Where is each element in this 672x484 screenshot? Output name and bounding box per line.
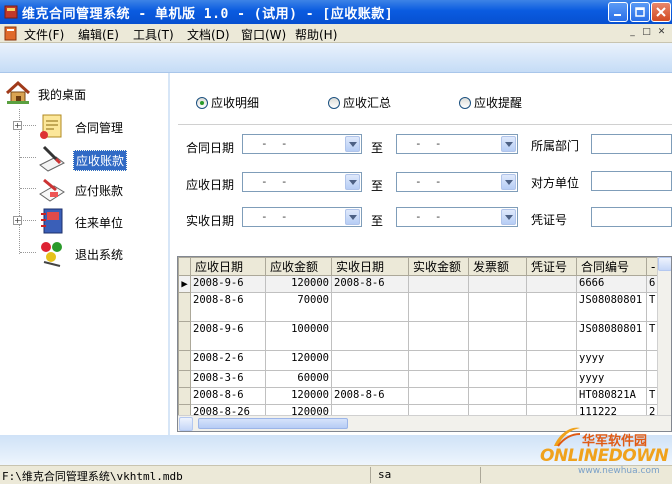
menu-tools[interactable]: 工具(T) xyxy=(133,26,174,43)
radio-summary[interactable]: 应收汇总 xyxy=(328,94,391,110)
contract-icon xyxy=(40,114,62,139)
scroll-left-icon[interactable] xyxy=(179,417,193,431)
sidebar: 我的桌面 + 合同管理 应收账款 应付账款 + 往来单位 退出系统 xyxy=(0,73,170,435)
received-date-to[interactable]: - - xyxy=(396,207,518,227)
dropdown-arrow-icon[interactable] xyxy=(345,209,360,225)
col-contract-no[interactable]: 合同编号 xyxy=(576,257,647,276)
watermark-logo: 华军软件园 ONLINEDOWN www.newhua.com xyxy=(538,420,672,484)
received-date-from[interactable]: - - xyxy=(242,207,362,227)
receivables-panel: 应收明细 应收汇总 应收提醒 合同日期 - - 至 - - 所属部门 应收日期 … xyxy=(172,73,672,435)
dropdown-arrow-icon[interactable] xyxy=(501,136,516,152)
sidebar-item-label: 往来单位 xyxy=(75,216,124,230)
sidebar-item-label: 应付账款 xyxy=(75,184,124,198)
house-icon xyxy=(5,80,31,104)
sidebar-item-partners[interactable]: + 往来单位 xyxy=(12,206,162,236)
sidebar-item-label: 应收账款 xyxy=(73,150,128,171)
child-close-icon[interactable]: ✕ xyxy=(655,27,668,39)
col-received-amount[interactable]: 实收金额 xyxy=(408,257,469,276)
radio-checked-icon xyxy=(196,97,208,109)
status-user: sa xyxy=(378,468,392,481)
document-icon[interactable] xyxy=(3,26,19,41)
minimize-icon xyxy=(614,14,621,16)
menu-bar: 文件(F) 编辑(E) 工具(T) 文档(D) 窗口(W) 帮助(H) _ □ … xyxy=(0,24,672,43)
dropdown-arrow-icon[interactable] xyxy=(345,136,360,152)
close-icon xyxy=(656,7,666,17)
table-row[interactable]: 2008-8-6 120000 2008-8-6 HT080821A T xyxy=(178,387,661,405)
child-minimize-icon[interactable]: _ xyxy=(626,27,639,39)
receivables-grid[interactable]: 应收日期 应收金额 实收日期 实收金额 发票额 凭证号 合同编号 - ▶ 200… xyxy=(177,256,672,432)
voucher-label: 凭证号 xyxy=(531,213,568,227)
invoice-icon xyxy=(39,178,65,202)
watermark-en: ONLINEDOWN xyxy=(540,446,669,466)
receivable-date-to[interactable]: - - xyxy=(396,172,518,192)
maximize-button[interactable] xyxy=(630,2,650,22)
contract-date-label: 合同日期 xyxy=(186,141,235,155)
table-row[interactable]: 2008-9-6 100000 JS08080801 T xyxy=(178,321,661,351)
col-receivable-amount[interactable]: 应收金额 xyxy=(265,257,332,276)
contract-date-to[interactable]: - - xyxy=(396,134,518,154)
to-label: 至 xyxy=(371,214,384,228)
dropdown-arrow-icon[interactable] xyxy=(501,209,516,225)
sidebar-item-label: 合同管理 xyxy=(75,121,124,135)
title-bar: 维克合同管理系统 - 单机版 1.0 - (试用) - [应收账款] xyxy=(0,0,672,24)
table-row[interactable]: 2008-8-6 70000 JS08080801 T xyxy=(178,292,661,322)
col-invoice-amount[interactable]: 发票额 xyxy=(468,257,527,276)
menu-help[interactable]: 帮助(H) xyxy=(295,26,337,43)
table-row[interactable]: 2008-2-6 120000 yyyy xyxy=(178,350,661,371)
sidebar-root-label: 我的桌面 xyxy=(38,88,87,102)
counterparty-field[interactable] xyxy=(591,171,672,191)
vertical-scrollbar[interactable] xyxy=(657,257,671,415)
receivable-date-from[interactable]: - - xyxy=(242,172,362,192)
sidebar-item-contracts[interactable]: + 合同管理 xyxy=(12,111,162,141)
sidebar-item-receivables[interactable]: 应收账款 xyxy=(12,143,162,173)
exit-icon xyxy=(41,242,62,267)
scroll-thumb[interactable] xyxy=(198,418,348,429)
receivable-date-label: 应收日期 xyxy=(186,178,235,192)
sidebar-item-payables[interactable]: 应付账款 xyxy=(12,174,162,204)
received-date-label: 实收日期 xyxy=(186,214,235,228)
sidebar-item-label: 退出系统 xyxy=(75,248,124,262)
minimize-button[interactable] xyxy=(608,2,628,22)
separator xyxy=(178,124,672,125)
sidebar-item-exit[interactable]: 退出系统 xyxy=(12,238,162,268)
menu-edit[interactable]: 编辑(E) xyxy=(78,26,119,43)
radio-detail[interactable]: 应收明细 xyxy=(196,94,259,110)
child-restore-icon[interactable]: □ xyxy=(640,27,653,39)
to-label: 至 xyxy=(371,179,384,193)
address-book-icon xyxy=(41,208,63,234)
table-header-row: 应收日期 应收金额 实收日期 实收金额 发票额 凭证号 合同编号 - xyxy=(178,257,661,276)
table-row[interactable]: 2008-3-6 60000 yyyy xyxy=(178,370,661,388)
scroll-up-icon[interactable] xyxy=(658,257,671,271)
app-icon xyxy=(4,5,18,19)
department-field[interactable] xyxy=(591,134,672,154)
table-row[interactable]: ▶ 2008-9-6 120000 2008-8-6 6666 6 xyxy=(178,275,661,293)
watermark-url: www.newhua.com xyxy=(578,466,660,476)
contract-date-from[interactable]: - - xyxy=(242,134,362,154)
dropdown-arrow-icon[interactable] xyxy=(345,174,360,190)
menu-docs[interactable]: 文档(D) xyxy=(187,26,230,43)
pen-paper-icon xyxy=(39,145,65,172)
counterparty-label: 对方单位 xyxy=(531,176,580,190)
col-received-date[interactable]: 实收日期 xyxy=(331,257,409,276)
menu-window[interactable]: 窗口(W) xyxy=(241,26,286,43)
maximize-icon xyxy=(635,7,645,17)
col-voucher-no[interactable]: 凭证号 xyxy=(526,257,577,276)
dropdown-arrow-icon[interactable] xyxy=(501,174,516,190)
menu-file[interactable]: 文件(F) xyxy=(24,26,64,43)
sidebar-root-desktop[interactable]: 我的桌面 xyxy=(4,79,164,107)
toolbar-band xyxy=(0,43,672,73)
radio-unchecked-icon xyxy=(328,97,340,109)
to-label: 至 xyxy=(371,141,384,155)
status-db-path: F:\维克合同管理系统\vkhtml.mdb xyxy=(2,470,183,483)
close-button[interactable] xyxy=(651,2,671,22)
col-receivable-date[interactable]: 应收日期 xyxy=(190,257,266,276)
department-label: 所属部门 xyxy=(531,139,580,153)
window-title: 维克合同管理系统 - 单机版 1.0 - (试用) - [应收账款] xyxy=(22,7,394,22)
receivables-table: 应收日期 应收金额 实收日期 实收金额 发票额 凭证号 合同编号 - ▶ 200… xyxy=(178,257,661,422)
radio-unchecked-icon xyxy=(459,97,471,109)
radio-reminder[interactable]: 应收提醒 xyxy=(459,94,522,110)
voucher-field[interactable] xyxy=(591,207,672,227)
row-indicator-header xyxy=(178,257,191,276)
current-row-arrow-icon: ▶ xyxy=(178,275,191,293)
